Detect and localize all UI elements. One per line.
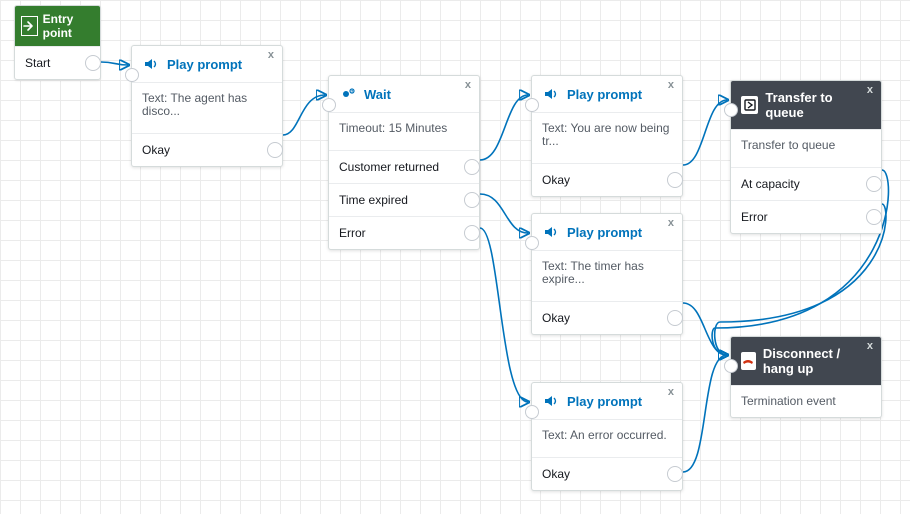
node-header: Wait xyxy=(329,76,479,112)
connector-port[interactable] xyxy=(667,466,683,482)
connector-inlet[interactable] xyxy=(525,98,539,112)
speaker-icon xyxy=(542,85,560,103)
close-icon[interactable]: x xyxy=(668,386,674,398)
connector-port[interactable] xyxy=(866,176,882,192)
connector-inlet[interactable] xyxy=(525,236,539,250)
play-prompt-node-3[interactable]: x Play prompt Text: The timer has expire… xyxy=(531,213,683,335)
speaker-icon xyxy=(142,55,160,73)
node-title: Wait xyxy=(364,87,391,102)
flow-canvas[interactable]: Entry point Start x Play prompt Text: Th… xyxy=(0,0,910,514)
node-description: Timeout: 15 Minutes xyxy=(329,112,479,144)
node-description: Text: You are now being tr... xyxy=(532,112,682,157)
entry-point-title: Entry point xyxy=(43,12,94,40)
outlet-time-expired[interactable]: Time expired xyxy=(329,183,479,216)
connector-inlet[interactable] xyxy=(125,68,139,82)
disconnect-node[interactable]: x Disconnect / hang up Termination event xyxy=(730,336,882,418)
wait-node[interactable]: x Wait Timeout: 15 Minutes Customer retu… xyxy=(328,75,480,250)
entry-point-header: Entry point xyxy=(15,6,100,46)
close-icon[interactable]: x xyxy=(867,340,873,352)
close-icon[interactable]: x xyxy=(668,217,674,229)
outlet-error[interactable]: Error xyxy=(731,200,881,233)
node-title: Play prompt xyxy=(567,394,642,409)
close-icon[interactable]: x xyxy=(268,49,274,61)
outlet-okay[interactable]: Okay xyxy=(532,163,682,196)
outlet-label: At capacity xyxy=(741,177,800,191)
close-icon[interactable]: x xyxy=(465,79,471,91)
connector-inlet[interactable] xyxy=(724,103,738,117)
outlet-label: Okay xyxy=(142,143,170,157)
outlet-label: Okay xyxy=(542,311,570,325)
entry-outlet-start[interactable]: Start xyxy=(15,46,100,79)
outlet-okay[interactable]: Okay xyxy=(532,301,682,334)
connector-port[interactable] xyxy=(85,55,101,71)
connector-inlet[interactable] xyxy=(322,98,336,112)
outlet-okay[interactable]: Okay xyxy=(532,457,682,490)
connector-port[interactable] xyxy=(464,159,480,175)
node-description: Text: An error occurred. xyxy=(532,419,682,451)
connector-inlet[interactable] xyxy=(525,405,539,419)
speaker-icon xyxy=(542,223,560,241)
node-title: Transfer to queue xyxy=(765,90,871,120)
node-header: Play prompt xyxy=(532,214,682,250)
play-prompt-node-1[interactable]: x Play prompt Text: The agent has disco.… xyxy=(131,45,283,167)
transfer-to-queue-node[interactable]: x Transfer to queue Transfer to queue At… xyxy=(730,80,882,234)
connector-port[interactable] xyxy=(464,225,480,241)
connector-inlet[interactable] xyxy=(724,359,738,373)
entry-point-node[interactable]: Entry point Start xyxy=(14,5,101,80)
connector-port[interactable] xyxy=(464,192,480,208)
node-header: x Transfer to queue xyxy=(731,81,881,129)
node-description: Termination event xyxy=(731,385,881,417)
connector-port[interactable] xyxy=(667,310,683,326)
entry-arrow-icon xyxy=(21,16,38,36)
outlet-label: Error xyxy=(339,226,366,240)
node-header: Play prompt xyxy=(532,383,682,419)
connector-port[interactable] xyxy=(866,209,882,225)
outlet-label: Start xyxy=(25,56,50,70)
outlet-label: Okay xyxy=(542,467,570,481)
outlet-label: Okay xyxy=(542,173,570,187)
node-description: Transfer to queue xyxy=(731,129,881,161)
node-description: Text: The timer has expire... xyxy=(532,250,682,295)
node-header: x Disconnect / hang up xyxy=(731,337,881,385)
transfer-icon xyxy=(741,96,758,114)
node-title: Play prompt xyxy=(567,87,642,102)
close-icon[interactable]: x xyxy=(668,79,674,91)
outlet-label: Time expired xyxy=(339,193,408,207)
outlet-label: Customer returned xyxy=(339,160,439,174)
node-title: Disconnect / hang up xyxy=(763,346,871,376)
outlet-at-capacity[interactable]: At capacity xyxy=(731,167,881,200)
outlet-okay[interactable]: Okay xyxy=(132,133,282,166)
node-title: Play prompt xyxy=(567,225,642,240)
node-title: Play prompt xyxy=(167,57,242,72)
wait-icon xyxy=(339,85,357,103)
connector-port[interactable] xyxy=(267,142,283,158)
outlet-customer-returned[interactable]: Customer returned xyxy=(329,150,479,183)
outlet-error[interactable]: Error xyxy=(329,216,479,249)
hangup-icon xyxy=(741,352,756,370)
node-header: Play prompt xyxy=(532,76,682,112)
play-prompt-node-2[interactable]: x Play prompt Text: You are now being tr… xyxy=(531,75,683,197)
connector-port[interactable] xyxy=(667,172,683,188)
node-header: Play prompt xyxy=(132,46,282,82)
play-prompt-node-4[interactable]: x Play prompt Text: An error occurred. O… xyxy=(531,382,683,491)
close-icon[interactable]: x xyxy=(867,84,873,96)
outlet-label: Error xyxy=(741,210,768,224)
node-description: Text: The agent has disco... xyxy=(132,82,282,127)
speaker-icon xyxy=(542,392,560,410)
